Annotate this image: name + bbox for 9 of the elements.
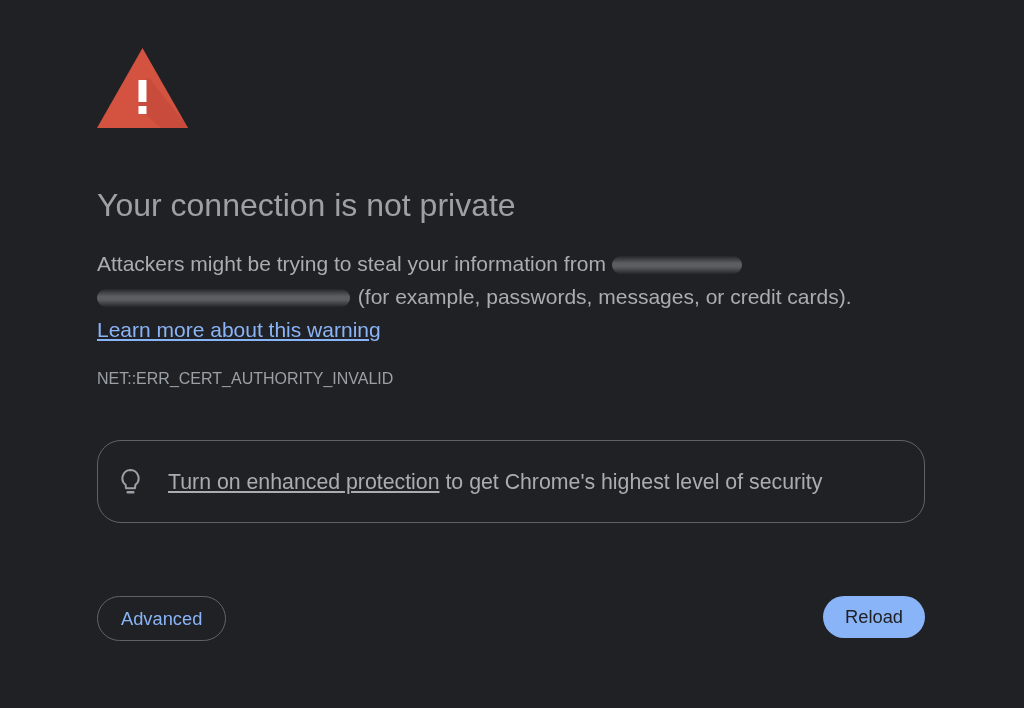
- error-code: NET::ERR_CERT_AUTHORITY_INVALID: [97, 369, 395, 389]
- warning-icon: [97, 48, 188, 128]
- page-heading: Your connection is not private: [97, 187, 517, 223]
- warning-message: Attackers might be trying to steal your information from (for example, passwords, messages, or credit cards). Learn more about this warning: [97, 251, 853, 343]
- lightbulb-icon: [121, 469, 140, 494]
- enhanced-protection-link[interactable]: Turn on enhanced protection: [168, 469, 440, 494]
- protection-message: Turn on enhanced protection to get Chrome's highest level of security: [168, 468, 823, 495]
- learn-more-link[interactable]: Learn more about this warning: [97, 318, 381, 341]
- reload-button[interactable]: Reload: [823, 596, 925, 638]
